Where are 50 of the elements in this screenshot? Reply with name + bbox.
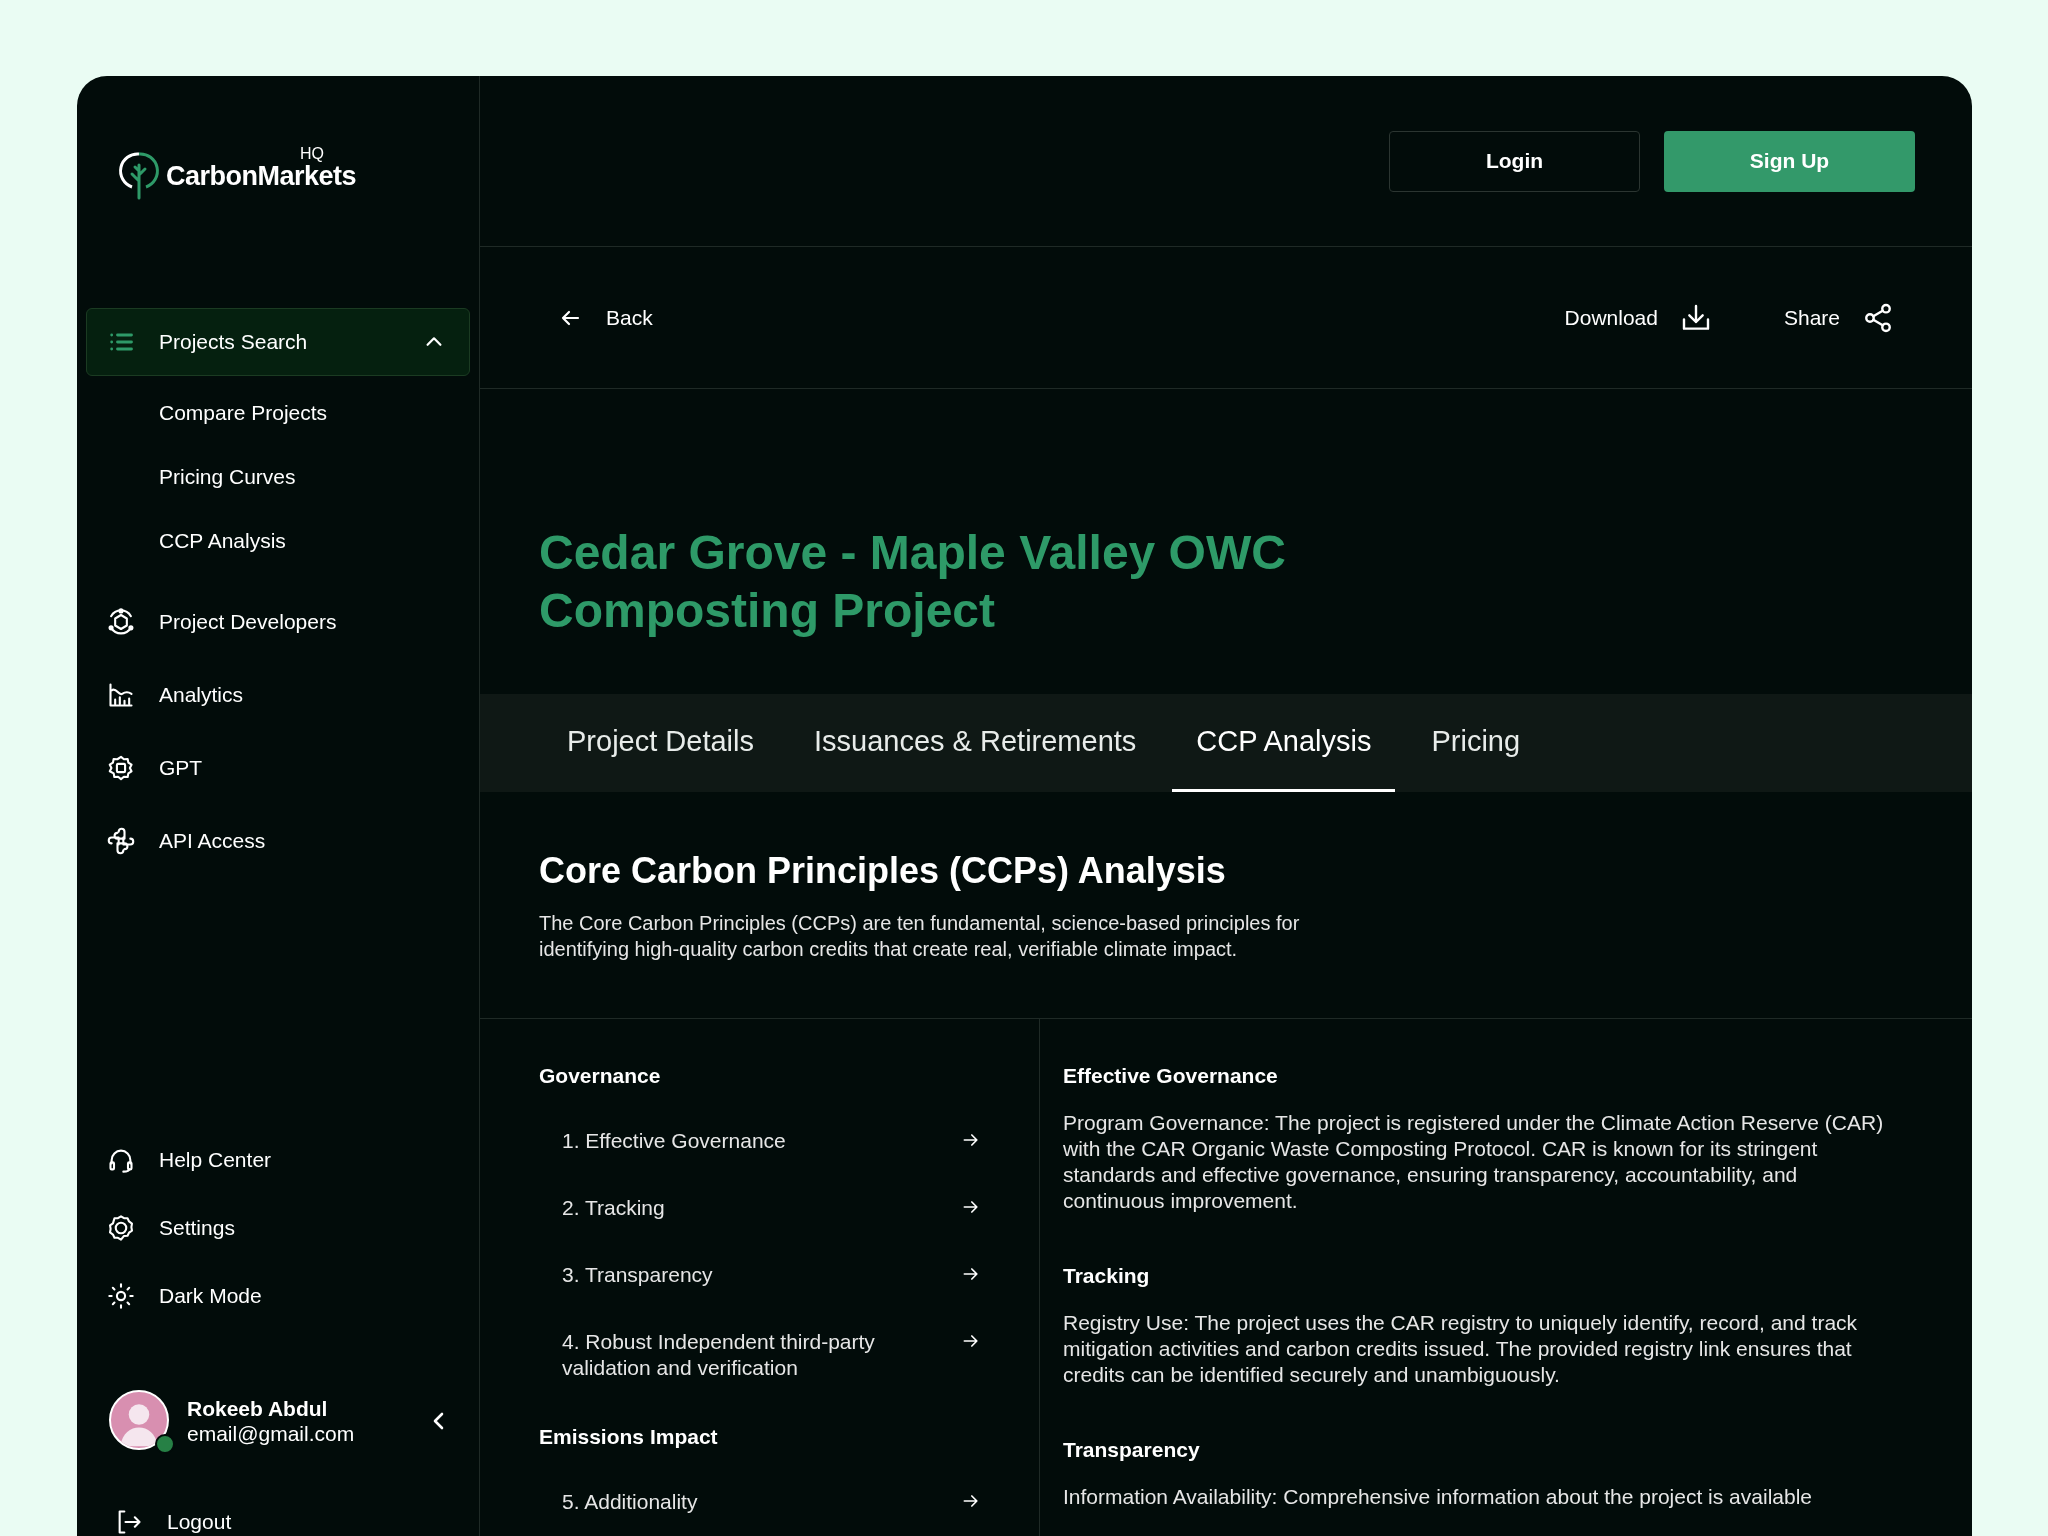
submenu-item[interactable]: CCP Analysis (86, 509, 470, 573)
principle-description: Information Availability: Comprehensive information about the project is available (1063, 1484, 1814, 1510)
back-button[interactable]: Back (558, 305, 653, 330)
principle-link[interactable]: 1. Effective Governance (539, 1128, 981, 1154)
sidebar-item[interactable]: API Access (86, 807, 470, 875)
knot-icon (107, 827, 135, 855)
sidebar-item[interactable]: Help Center (86, 1126, 470, 1194)
logout-item[interactable]: Logout (77, 1502, 479, 1536)
sidebar-item[interactable]: Analytics (86, 661, 470, 729)
principle-description: Registry Use: The project uses the CAR registry to uniquely identify, record, and track mitigation activities and carbon credits issued. The provided registry link ensures that credits can be identified securely and unambiguously. (1063, 1310, 1859, 1388)
principle-title: Transparency (1063, 1438, 1201, 1462)
chart-icon (107, 681, 135, 709)
submenu-item[interactable]: Pricing Curves (86, 445, 470, 509)
submenu-item[interactable]: Compare Projects (86, 381, 470, 445)
principle-link[interactable]: 2. Tracking (539, 1195, 981, 1221)
sun-icon (107, 1282, 135, 1310)
share-icon (1862, 301, 1894, 334)
hexagon-network-icon (107, 608, 135, 636)
principle-group-heading: Emissions Impact (539, 1425, 719, 1449)
section-description: The Core Carbon Principles (CCPs) are ten fundamental, science-based principles for identifying high-quality carbon credits that create real, verifiable climate impact. (539, 911, 1301, 962)
user-name: Rokeeb Abdul (187, 1396, 329, 1421)
sidebar-item[interactable]: Project Developers (86, 588, 470, 656)
principle-link[interactable]: 5. Additionality (539, 1489, 981, 1515)
login-button[interactable]: Login (1389, 130, 1640, 192)
sidebar-item[interactable]: Dark Mode (86, 1262, 470, 1330)
settings-icon (107, 1214, 135, 1242)
sidebar-item[interactable]: Settings (86, 1194, 470, 1262)
principle-title: Effective Governance (1063, 1064, 1279, 1088)
principle-link[interactable]: 3. Transparency (539, 1262, 981, 1288)
sign-up-button[interactable]: Sign Up (1664, 130, 1915, 192)
chip-icon (107, 754, 135, 782)
tab[interactable]: CCP Analysis (1172, 694, 1396, 792)
principle-title: Tracking (1063, 1264, 1151, 1288)
tab[interactable]: Project Details (543, 694, 778, 792)
download-button[interactable]: Download (1564, 301, 1712, 334)
project-title: Cedar Grove - Maple Valley OWC Composting Project (538, 525, 1287, 639)
avatar (109, 1390, 169, 1450)
principle-link[interactable]: 4. Robust Independent third-party validation and verification (539, 1329, 981, 1381)
share-button[interactable]: Share (1783, 301, 1894, 334)
principle-description: Program Governance: The project is registered under the Climate Action Reserve (CAR) with the CAR Organic Waste Composting Protocol. CAR is known for its stringent standards and effective governance, ensuring transparency, accountability, and continuous improvement. (1063, 1110, 1885, 1214)
user-email: email@gmail.com (187, 1421, 355, 1446)
tab[interactable]: Pricing (1407, 694, 1545, 792)
tree-logo-icon (118, 151, 160, 201)
principle-group-heading: Governance (539, 1064, 662, 1088)
logo-text: CarbonMarkets (166, 161, 357, 192)
logo-superscript: HQ (300, 145, 325, 163)
tab[interactable]: Issuances & Retirements (789, 694, 1161, 792)
sidebar-item[interactable]: GPT (86, 734, 470, 802)
section-heading: Core Carbon Principles (CCPs) Analysis (539, 850, 1227, 892)
sidebar-item[interactable]: Projects Search (86, 308, 470, 376)
